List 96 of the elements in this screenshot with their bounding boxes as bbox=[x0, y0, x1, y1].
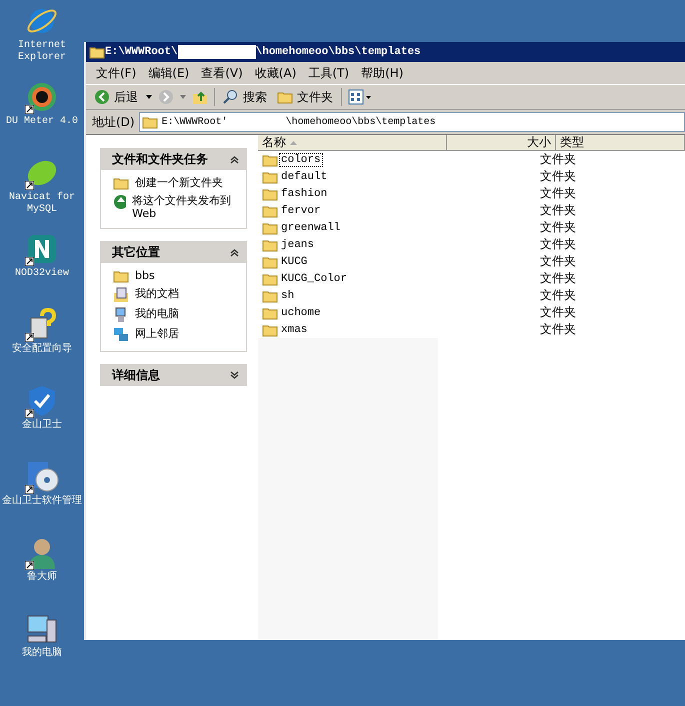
letter-n-icon bbox=[25, 232, 59, 266]
column-header[interactable]: 大小 bbox=[447, 135, 556, 150]
file-name[interactable]: uchome bbox=[280, 306, 322, 318]
folder-icon bbox=[277, 90, 293, 104]
panel-title: 文件和文件夹任务 bbox=[112, 150, 208, 168]
file-type: 文件夹 bbox=[540, 202, 576, 219]
shortcut-arrow-icon bbox=[25, 257, 34, 266]
documents-icon bbox=[113, 287, 129, 303]
file-type: 文件夹 bbox=[540, 219, 576, 236]
file-name[interactable]: KUCG_Color bbox=[280, 272, 348, 284]
shortcut-arrow-icon bbox=[25, 181, 34, 190]
panel-header[interactable]: 详细信息 bbox=[100, 364, 247, 386]
file-name[interactable]: greenwall bbox=[280, 222, 342, 234]
file-name[interactable]: KUCG bbox=[280, 256, 308, 268]
file-name[interactable]: xmas bbox=[280, 324, 308, 336]
collapse-chevron-icon[interactable] bbox=[230, 248, 239, 256]
menu-item[interactable]: 文件(F) bbox=[96, 64, 136, 82]
network-computers-icon bbox=[113, 327, 129, 343]
up-folder-icon[interactable] bbox=[192, 89, 208, 105]
address-label: 地址(D) bbox=[92, 114, 135, 130]
globe-arrow-icon bbox=[113, 194, 126, 210]
folder-icon bbox=[262, 306, 278, 320]
folder-icon bbox=[89, 45, 105, 59]
address-field[interactable]: E:\WWWRoot' \homehomeoo\bbs\templates bbox=[138, 112, 685, 132]
window-title: E:\WWWRoot\ bbox=[105, 46, 178, 58]
menu-item[interactable]: 查看(V) bbox=[201, 64, 243, 82]
file-name[interactable]: fervor bbox=[280, 204, 322, 216]
shortcut-arrow-icon bbox=[25, 561, 34, 570]
folder-icon bbox=[262, 254, 278, 268]
file-name[interactable]: sh bbox=[280, 290, 296, 302]
menu-item[interactable]: 帮助(H) bbox=[361, 64, 404, 82]
task-link[interactable]: 创建一个新文件夹 bbox=[113, 176, 236, 190]
eye-ring-icon bbox=[25, 80, 59, 114]
desktop-icon-label[interactable]: Navicat for MySQL bbox=[1, 192, 83, 216]
file-type: 文件夹 bbox=[540, 304, 576, 321]
folder-icon bbox=[262, 238, 278, 252]
file-type: 文件夹 bbox=[540, 236, 576, 253]
task-link[interactable]: 网上邻居 bbox=[113, 327, 236, 343]
folder-icon bbox=[142, 115, 158, 129]
column-header[interactable]: 名称 bbox=[258, 135, 447, 150]
sort-arrow-icon bbox=[290, 140, 297, 144]
folder-icon bbox=[262, 288, 278, 302]
folder-icon bbox=[262, 186, 278, 200]
new-folder-icon bbox=[113, 176, 129, 190]
desktop-icon-label[interactable]: 安全配置向导 bbox=[12, 344, 72, 356]
search-button[interactable]: 搜索 bbox=[221, 88, 269, 106]
view-grid-icon[interactable] bbox=[348, 89, 372, 105]
desktop-icon-label[interactable]: Internet Explorer bbox=[1, 40, 83, 64]
desktop-icon-label[interactable]: 金山卫士软件管理 bbox=[2, 496, 82, 508]
file-name[interactable]: colors bbox=[280, 154, 322, 166]
shortcut-arrow-icon bbox=[25, 333, 34, 342]
task-link[interactable]: 我的文档 bbox=[113, 287, 236, 303]
folder-icon bbox=[262, 204, 278, 218]
menu-item[interactable]: 工具(T) bbox=[308, 64, 350, 82]
file-type: 文件夹 bbox=[540, 185, 576, 202]
desktop-icon-label[interactable]: NOD32view bbox=[14, 268, 69, 280]
menu-item[interactable]: 收藏(A) bbox=[254, 64, 296, 82]
search-icon bbox=[223, 89, 239, 105]
file-type: 文件夹 bbox=[540, 151, 576, 168]
desktop-icon-label[interactable]: DU Meter 4.0 bbox=[6, 116, 78, 128]
folder-icon bbox=[262, 272, 278, 286]
file-type: 文件夹 bbox=[540, 253, 576, 270]
expand-chevron-icon[interactable] bbox=[230, 370, 239, 380]
panel-title: 详细信息 bbox=[112, 366, 160, 384]
menu-item[interactable]: 编辑(E) bbox=[148, 64, 190, 82]
dropdown-caret-icon[interactable] bbox=[146, 95, 152, 99]
disc-box-icon bbox=[25, 460, 59, 494]
task-link[interactable]: 我的电脑 bbox=[113, 307, 236, 323]
address-path: \homehomeoo\bbs\templates bbox=[286, 116, 436, 128]
collapse-chevron-icon[interactable] bbox=[230, 154, 239, 164]
address-path: E:\WWWRoot' bbox=[162, 116, 228, 128]
file-type: 文件夹 bbox=[540, 270, 576, 287]
desktop-icon-label[interactable]: 鲁大师 bbox=[27, 572, 57, 584]
file-type: 文件夹 bbox=[540, 168, 576, 185]
shortcut-arrow-icon bbox=[25, 485, 34, 494]
folder-icon bbox=[262, 220, 278, 234]
folder-icon bbox=[262, 170, 278, 184]
file-name[interactable]: jeans bbox=[280, 238, 316, 250]
panel-header[interactable]: 文件和文件夹任务 bbox=[100, 148, 247, 170]
desktop-icon-label[interactable]: 金山卫士 bbox=[22, 420, 62, 432]
window-title: \homehomeoo\bbs\templates bbox=[256, 46, 421, 58]
file-type: 文件夹 bbox=[540, 287, 576, 304]
back-button[interactable]: 后退 bbox=[92, 88, 140, 106]
task-link[interactable]: 将这个文件夹发布到 Web bbox=[113, 194, 236, 220]
desktop-icon-label[interactable]: 我的电脑 bbox=[22, 648, 62, 660]
task-link[interactable]: bbs bbox=[113, 269, 236, 283]
column-header[interactable]: 类型 bbox=[556, 135, 685, 150]
panel-title: 其它位置 bbox=[112, 244, 160, 260]
file-name[interactable]: fashion bbox=[280, 188, 328, 200]
shortcut-arrow-icon bbox=[25, 105, 34, 114]
shortcut-arrow-icon bbox=[25, 409, 34, 418]
file-type: 文件夹 bbox=[540, 321, 576, 338]
file-name[interactable]: default bbox=[280, 170, 328, 182]
folder-icon bbox=[113, 269, 129, 283]
panel-header[interactable]: 其它位置 bbox=[100, 241, 247, 263]
folders-button[interactable]: 文件夹 bbox=[275, 88, 335, 106]
